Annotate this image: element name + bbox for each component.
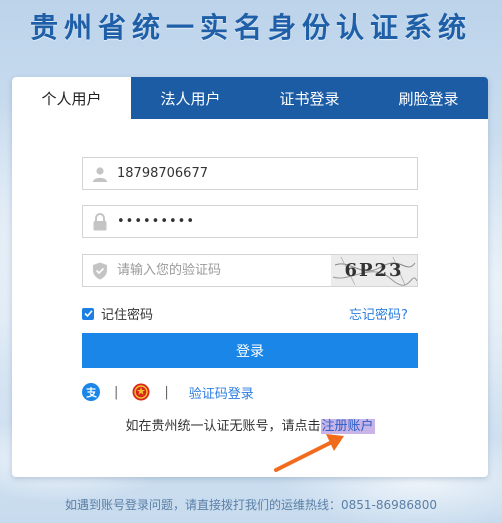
code-login-link[interactable]: 验证码登录	[189, 383, 254, 402]
captcha-image[interactable]: 6P23	[331, 255, 417, 286]
shield-icon	[83, 255, 117, 286]
remember-checkbox[interactable]	[82, 307, 94, 320]
tab-personal-user[interactable]: 个人用户	[12, 77, 131, 119]
lock-icon	[83, 206, 117, 237]
captcha-text: 6P23	[344, 260, 404, 281]
alipay-icon[interactable]	[82, 383, 100, 401]
national-emblem-icon[interactable]	[132, 383, 150, 401]
alternative-login-row: | | 验证码登录	[82, 382, 254, 402]
separator-1: |	[114, 384, 119, 400]
password-input[interactable]	[117, 207, 397, 236]
username-field	[82, 157, 418, 190]
login-tabs: 个人用户 法人用户 证书登录 刷脸登录	[12, 77, 488, 119]
login-card: 个人用户 法人用户 证书登录 刷脸登录 18798706677 ••••••••…	[12, 77, 488, 477]
separator-2: |	[164, 384, 169, 400]
tab-face-login[interactable]: 刷脸登录	[369, 77, 488, 119]
support-hotline: 如遇到账号登录问题，请直接拨打我们的运维热线：0851-86986800	[65, 498, 437, 512]
register-prompt: 如在贵州统一认证无账号，请点击注册账户	[12, 415, 488, 434]
remember-password[interactable]: 记住密码	[82, 304, 153, 323]
username-input[interactable]	[117, 159, 397, 188]
captcha-input[interactable]	[117, 256, 317, 285]
tab-legal-user[interactable]: 法人用户	[131, 77, 250, 119]
forgot-password-link[interactable]: 忘记密码?	[349, 304, 408, 323]
tab-certificate-login[interactable]: 证书登录	[250, 77, 369, 119]
user-icon	[83, 158, 117, 189]
remember-label: 记住密码	[101, 308, 154, 323]
captcha-field: 6P23	[82, 254, 418, 287]
pointer-arrow-icon	[274, 434, 344, 472]
page-title: 贵州省统一实名身份认证系统	[29, 11, 472, 44]
password-field	[82, 205, 418, 238]
checkmark-icon	[83, 310, 93, 318]
login-button[interactable]: 登录	[82, 333, 418, 368]
